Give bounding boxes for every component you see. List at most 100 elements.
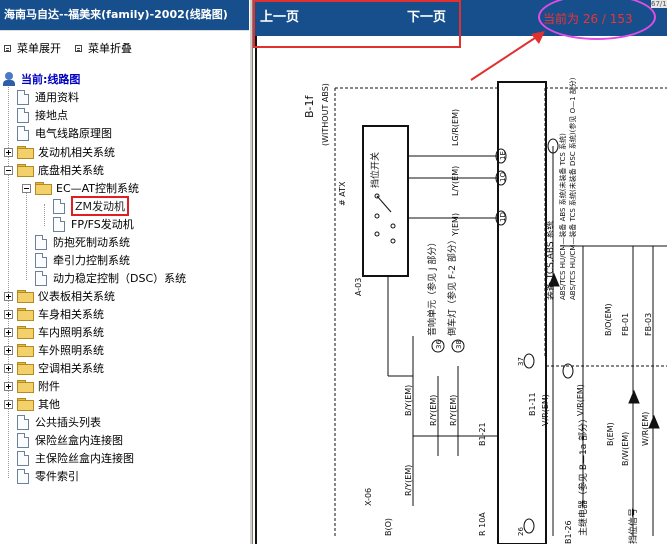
conn-fb03-label: FB-03 — [644, 313, 653, 336]
collapse-all-label: 菜单折叠 — [88, 42, 132, 55]
folder-icon — [17, 290, 34, 303]
conn-b21-label: B1-21 — [478, 422, 487, 446]
collapse-icon[interactable] — [22, 183, 31, 193]
tree-item-engine[interactable]: 发动机相关系统 — [4, 143, 115, 161]
tree-item-label: 牵引力控制系统 — [53, 254, 130, 267]
tree-item-instrument[interactable]: 仪表板相关系统 — [4, 287, 115, 305]
tcs-abs-label: 装备 TCS,ABS 系统 — [544, 221, 556, 300]
expand-icon[interactable] — [4, 309, 13, 319]
document-title: 海南马自达--福美来(family)-2002(线路图) — [0, 0, 249, 30]
annotation-arrow — [470, 31, 545, 81]
tree-item-label: 仪表板相关系统 — [38, 290, 115, 303]
document-icon — [17, 414, 29, 430]
gear-signal-label: 挡位信号 — [627, 508, 639, 544]
expand-all-label: 菜单展开 — [17, 42, 61, 55]
arrow-shaft — [470, 33, 542, 81]
document-icon — [17, 107, 29, 123]
tree-item-main-fusebox[interactable]: 主保险丝盒内连接图 — [17, 449, 134, 467]
tree-item-label: 防抱死制动系统 — [53, 236, 130, 249]
tree-item-tcs[interactable]: 牵引力控制系统 — [35, 251, 130, 269]
tree-item-label: 车内照明系统 — [38, 326, 104, 339]
wire-ry-label: R/Y(EM) — [429, 395, 438, 426]
navigation-pane: 海南马自达--福美来(family)-2002(线路图) 菜单展开 菜单折叠 当… — [0, 0, 249, 544]
wires-top — [387, 146, 667, 536]
signal-arrow — [628, 389, 640, 404]
wire-b-label: B(EM) — [606, 422, 615, 446]
tree-item-ac[interactable]: 空调相关系统 — [4, 359, 104, 377]
reverse-light-label: 倒车灯（参见 F-2 部分） — [446, 235, 458, 336]
tree-guide-line — [44, 204, 45, 226]
tree-item-accessory[interactable]: 附件 — [4, 377, 60, 395]
tree-item-fusebox[interactable]: 保险丝盒内连接图 — [17, 431, 123, 449]
signal-arrow — [648, 414, 660, 429]
tree-item-chassis[interactable]: 底盘相关系统 — [4, 161, 104, 179]
tree-item-connectors[interactable]: 公共插头列表 — [17, 413, 101, 431]
tree-item-ec-at[interactable]: EC—AT控制系统 — [22, 179, 139, 197]
switch-contacts — [374, 193, 396, 244]
tree-root[interactable]: 当前:线路图 — [3, 70, 80, 88]
switch-contact — [390, 238, 396, 244]
circle-1d-label: 1D — [499, 212, 507, 222]
tree-item-dsc[interactable]: 动力稳定控制（DSC）系统 — [35, 269, 186, 287]
main-relay-label: 主继电器（参见 B—1a 部分） — [577, 414, 589, 536]
document-icon — [35, 252, 47, 268]
tree-item-exterior-light[interactable]: 车外照明系统 — [4, 341, 104, 359]
folder-icon — [17, 344, 34, 357]
menu-collapse-icon — [75, 44, 82, 52]
tree-item-other[interactable]: 其他 — [4, 395, 60, 413]
tree-item-zm-engine[interactable]: ZM发动机 — [53, 196, 130, 216]
gear-switch-label: 挡位开关 — [369, 152, 381, 188]
tree-item-interior-light[interactable]: 车内照明系统 — [4, 323, 104, 341]
circle-37-label: 37 — [517, 357, 525, 366]
expand-icon[interactable] — [4, 363, 13, 373]
tree-item-schematic[interactable]: 电气线路原理图 — [17, 124, 112, 142]
collapse-icon[interactable] — [4, 165, 13, 175]
conn-fb01-label: FB-01 — [621, 313, 630, 336]
document-icon — [17, 432, 29, 448]
tree-item-label: 车外照明系统 — [38, 344, 104, 357]
folder-icon — [17, 146, 34, 159]
conn-b11-label: B1-11 — [528, 392, 537, 416]
expand-icon[interactable] — [4, 327, 13, 337]
circle-1e-label: 1E — [499, 151, 507, 160]
document-icon — [35, 270, 47, 286]
expand-icon[interactable] — [4, 345, 13, 355]
tree-item-abs[interactable]: 防抱死制动系统 — [35, 233, 130, 251]
tree-guide-line — [26, 186, 27, 280]
tree-item-fp-fs-engine[interactable]: FP/FS发动机 — [53, 215, 134, 233]
wire-by-label: B/Y(EM) — [404, 385, 413, 416]
document-viewer: B-1f (WITHOUT ABS) # ATX 挡位开关 A-03 LG/R(… — [253, 0, 667, 544]
tree-root-label: 当前:线路图 — [21, 73, 81, 86]
tree-item-label: 动力稳定控制（DSC）系统 — [53, 272, 187, 285]
document-icon — [53, 216, 65, 232]
tree-item-label: 保险丝盒内连接图 — [35, 434, 123, 447]
expand-icon[interactable] — [4, 399, 13, 409]
document-icon — [17, 89, 29, 105]
wire-y-label: Y(EM) — [451, 213, 460, 237]
expand-icon[interactable] — [4, 147, 13, 157]
circle-26-label: 26 — [517, 527, 525, 536]
tree-item-label: FP/FS发动机 — [71, 218, 134, 231]
tree-item-ground[interactable]: 接地点 — [17, 106, 68, 124]
tree-item-label: 电气线路原理图 — [35, 127, 112, 140]
tree-item-label: 主保险丝盒内连接图 — [35, 452, 134, 465]
user-icon — [3, 72, 17, 86]
switch-contact — [390, 223, 396, 229]
collapse-all-button[interactable]: 菜单折叠 — [75, 37, 132, 59]
document-icon — [53, 198, 65, 214]
expand-icon[interactable] — [4, 291, 13, 301]
tree-item-body[interactable]: 车身相关系统 — [4, 305, 104, 323]
folder-icon — [17, 362, 34, 375]
folder-icon — [17, 398, 34, 411]
wire-bw-label: B/W(EM) — [621, 432, 630, 466]
folder-icon — [17, 380, 34, 393]
folder-icon — [17, 164, 34, 177]
document-icon — [35, 234, 47, 250]
expand-icon[interactable] — [4, 381, 13, 391]
tree-item-general[interactable]: 通用资料 — [17, 88, 79, 106]
wire-vr-label-2: V/R(EM) — [576, 384, 585, 416]
expand-all-button[interactable]: 菜单展开 — [4, 37, 61, 59]
tree-item-label: EC—AT控制系统 — [56, 182, 140, 195]
tree-item-label-selected: ZM发动机 — [71, 196, 130, 216]
tree-item-parts-index[interactable]: 零件索引 — [17, 467, 79, 485]
